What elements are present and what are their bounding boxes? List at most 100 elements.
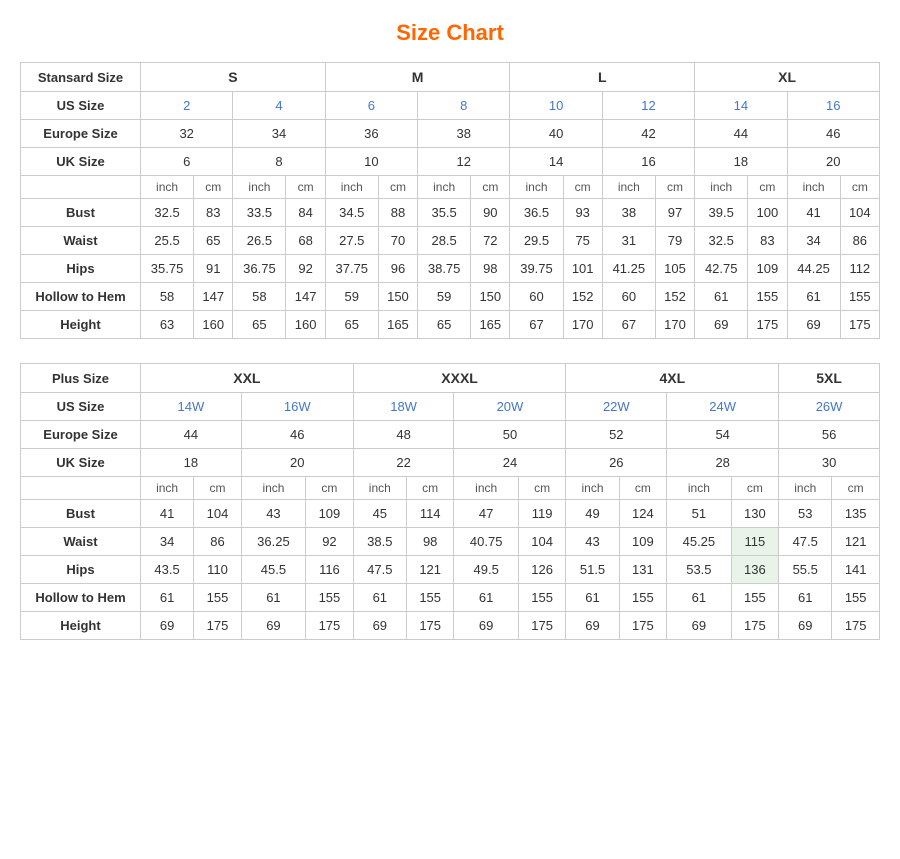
us-size-6: 6 <box>325 92 417 120</box>
plus-waist-val-3: 92 <box>306 528 354 556</box>
unit-inch-5: inch <box>510 176 563 199</box>
unit-cm-4: cm <box>471 176 510 199</box>
plus-europe-size-label: Europe Size <box>21 421 141 449</box>
europe-size-32: 32 <box>141 120 233 148</box>
plus-waist-val-12: 47.5 <box>779 528 832 556</box>
plus-unit-cm-2: cm <box>306 477 354 500</box>
unit-empty <box>21 176 141 199</box>
height-label: Height <box>21 311 141 339</box>
plus-hips-val-13: 141 <box>832 556 880 584</box>
plus-hollow-val-3: 155 <box>306 584 354 612</box>
standard-size-label: Stansard Size <box>21 63 141 92</box>
waist-val-8: 29.5 <box>510 227 563 255</box>
plus-uk-28: 28 <box>667 449 779 477</box>
plus-hollow-val-5: 155 <box>406 584 454 612</box>
unit-cm-5: cm <box>563 176 602 199</box>
hips-val-7: 98 <box>471 255 510 283</box>
bust-label: Bust <box>21 199 141 227</box>
us-size-4: 4 <box>233 92 325 120</box>
plus-height-label: Height <box>21 612 141 640</box>
waist-val-14: 34 <box>787 227 840 255</box>
height-val-11: 170 <box>655 311 694 339</box>
plus-bust-val-6: 47 <box>454 500 518 528</box>
page-title: Size Chart <box>20 20 880 46</box>
uk-size-18: 18 <box>695 148 787 176</box>
height-val-8: 67 <box>510 311 563 339</box>
waist-label: Waist <box>21 227 141 255</box>
plus-europe-52: 52 <box>566 421 667 449</box>
hips-val-2: 36.75 <box>233 255 286 283</box>
plus-height-val-4: 69 <box>353 612 406 640</box>
plus-hollow-val-8: 61 <box>566 584 619 612</box>
plus-hips-val-12: 55.5 <box>779 556 832 584</box>
plus-unit-cm-6: cm <box>731 477 779 500</box>
waist-val-1: 65 <box>194 227 233 255</box>
hips-val-13: 109 <box>748 255 787 283</box>
bust-val-3: 84 <box>286 199 325 227</box>
europe-size-46: 46 <box>787 120 879 148</box>
height-row: Height 63 160 65 160 65 165 65 165 67 17… <box>21 311 880 339</box>
unit-inch-2: inch <box>233 176 286 199</box>
s-header: S <box>141 63 326 92</box>
plus-hollow-val-4: 61 <box>353 584 406 612</box>
bust-val-8: 36.5 <box>510 199 563 227</box>
plus-hips-label: Hips <box>21 556 141 584</box>
unit-inch-8: inch <box>787 176 840 199</box>
plus-bust-val-13: 135 <box>832 500 880 528</box>
plus-us-20w: 20W <box>454 393 566 421</box>
us-size-2: 2 <box>141 92 233 120</box>
xxxl-header: XXXL <box>353 364 566 393</box>
plus-unit-cm-4: cm <box>518 477 566 500</box>
plus-europe-44: 44 <box>141 421 242 449</box>
l-header: L <box>510 63 695 92</box>
height-val-7: 165 <box>471 311 510 339</box>
plus-uk-26: 26 <box>566 449 667 477</box>
uk-size-8: 8 <box>233 148 325 176</box>
hips-val-4: 37.75 <box>325 255 378 283</box>
plus-unit-empty <box>21 477 141 500</box>
plus-height-val-7: 175 <box>518 612 566 640</box>
europe-size-36: 36 <box>325 120 417 148</box>
plus-size-table: Plus Size XXL XXXL 4XL 5XL US Size 14W 1… <box>20 363 880 640</box>
bust-val-12: 39.5 <box>695 199 748 227</box>
plus-height-val-9: 175 <box>619 612 667 640</box>
plus-height-val-0: 69 <box>141 612 194 640</box>
plus-hollow-row: Hollow to Hem 61 155 61 155 61 155 61 15… <box>21 584 880 612</box>
plus-bust-label: Bust <box>21 500 141 528</box>
hips-val-9: 101 <box>563 255 602 283</box>
plus-waist-val-2: 36.25 <box>241 528 305 556</box>
unit-inch-4: inch <box>418 176 471 199</box>
plus-hollow-label: Hollow to Hem <box>21 584 141 612</box>
height-val-10: 67 <box>602 311 655 339</box>
hollow-val-5: 150 <box>378 283 417 311</box>
height-val-13: 175 <box>748 311 787 339</box>
plus-bust-val-8: 49 <box>566 500 619 528</box>
height-val-9: 170 <box>563 311 602 339</box>
us-size-label: US Size <box>21 92 141 120</box>
us-size-12: 12 <box>602 92 694 120</box>
hollow-val-1: 147 <box>194 283 233 311</box>
plus-height-val-11: 175 <box>731 612 779 640</box>
waist-val-7: 72 <box>471 227 510 255</box>
uk-size-10: 10 <box>325 148 417 176</box>
bust-val-2: 33.5 <box>233 199 286 227</box>
uk-size-12: 12 <box>418 148 510 176</box>
hollow-val-14: 61 <box>787 283 840 311</box>
plus-us-14w: 14W <box>141 393 242 421</box>
bust-val-5: 88 <box>378 199 417 227</box>
plus-hips-val-1: 110 <box>194 556 242 584</box>
hollow-val-15: 155 <box>840 283 879 311</box>
plus-waist-label: Waist <box>21 528 141 556</box>
plus-height-val-13: 175 <box>832 612 880 640</box>
europe-size-40: 40 <box>510 120 602 148</box>
height-val-3: 160 <box>286 311 325 339</box>
plus-hips-val-10: 53.5 <box>667 556 731 584</box>
plus-waist-val-9: 109 <box>619 528 667 556</box>
hips-val-11: 105 <box>655 255 694 283</box>
unit-cm-8: cm <box>840 176 879 199</box>
plus-waist-val-11: 115 <box>731 528 779 556</box>
europe-size-42: 42 <box>602 120 694 148</box>
bust-val-6: 35.5 <box>418 199 471 227</box>
plus-us-26w: 26W <box>779 393 880 421</box>
plus-hollow-val-11: 155 <box>731 584 779 612</box>
